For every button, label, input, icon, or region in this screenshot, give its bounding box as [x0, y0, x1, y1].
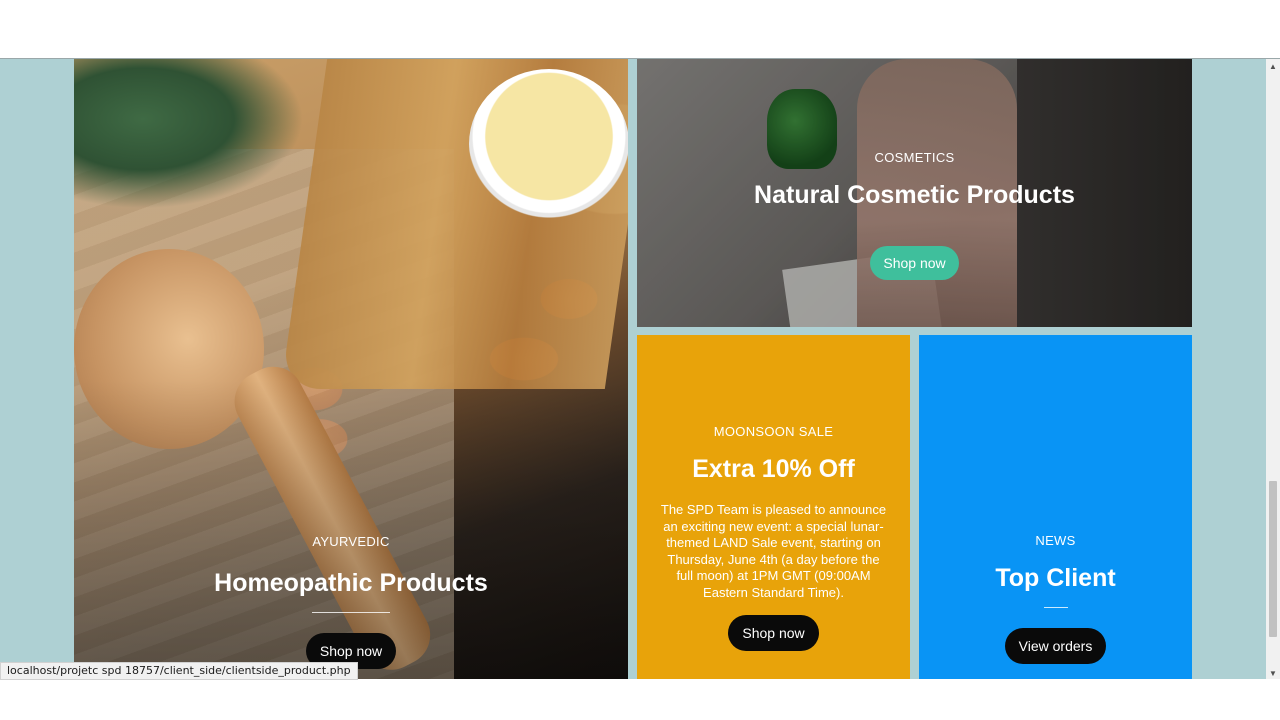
card-eyebrow: MOONSOON SALE — [713, 424, 834, 439]
scroll-down-icon[interactable]: ▼ — [1266, 666, 1280, 679]
card-eyebrow: COSMETICS — [874, 150, 955, 165]
sale-card[interactable]: MOONSOON SALE Extra 10% Off The SPD Team… — [637, 335, 910, 679]
powder-bowl-image — [469, 69, 628, 219]
vertical-scrollbar[interactable]: ▲ ▼ — [1266, 59, 1280, 679]
page-viewport: AYURVEDIC Homeopathic Products Shop now … — [0, 58, 1280, 679]
ayurvedic-card[interactable]: AYURVEDIC Homeopathic Products Shop now — [74, 59, 628, 679]
shop-now-button[interactable]: Shop now — [728, 615, 819, 651]
card-eyebrow: NEWS — [1035, 533, 1076, 548]
card-title: Extra 10% Off — [692, 455, 855, 483]
status-bar-url: localhost/projetc spd 18757/client_side/… — [0, 662, 358, 680]
herb-image — [74, 59, 304, 209]
view-orders-button[interactable]: View orders — [1004, 628, 1107, 664]
card-title: Top Client — [995, 564, 1116, 592]
scroll-up-icon[interactable]: ▲ — [1266, 59, 1280, 73]
title-divider — [1043, 607, 1068, 608]
scroll-thumb[interactable] — [1269, 481, 1277, 637]
sale-description: The SPD Team is pleased to announce an e… — [660, 502, 887, 600]
card-eyebrow: AYURVEDIC — [312, 534, 390, 549]
title-divider — [312, 612, 390, 613]
news-card[interactable]: NEWS Top Client View orders — [919, 335, 1192, 679]
cosmetics-card[interactable]: COSMETICS Natural Cosmetic Products Shop… — [637, 59, 1192, 327]
card-title: Natural Cosmetic Products — [754, 181, 1075, 209]
shop-now-button[interactable]: Shop now — [870, 246, 959, 280]
card-title: Homeopathic Products — [214, 569, 488, 597]
